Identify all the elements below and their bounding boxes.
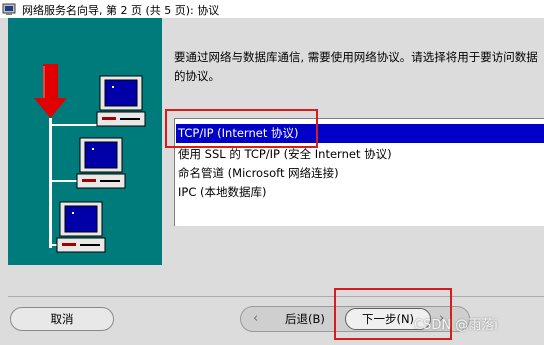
computer-icon: [96, 75, 146, 127]
intro-line-2: 的协议。: [174, 69, 220, 83]
cancel-button[interactable]: 取消: [10, 307, 114, 331]
intro-text: 要通过网络与数据库通信, 需要使用网络协议。请选择将用于要访问数据 的协议。: [174, 48, 544, 86]
network-computers-image: [34, 64, 146, 253]
protocol-item-named-pipes[interactable]: 命名管道 (Microsoft 网络连接): [176, 164, 339, 183]
network-cable: [49, 118, 52, 248]
highlight-box-tcpip: [165, 109, 318, 148]
title-bar: 网络服务名向导, 第 2 页 (共 5 页): 协议: [0, 0, 544, 18]
chevron-left-icon: ‹: [253, 311, 259, 326]
computer-icon: [76, 137, 126, 189]
red-down-arrow-icon: [34, 64, 67, 118]
app-icon: [2, 3, 16, 15]
intro-line-1: 要通过网络与数据库通信, 需要使用网络协议。请选择将用于要访问数据: [174, 50, 538, 64]
window-title: 网络服务名向导, 第 2 页 (共 5 页): 协议: [22, 4, 220, 17]
back-button[interactable]: 后退(B): [285, 311, 325, 327]
watermark: CSDN @雨落i: [414, 318, 498, 333]
protocol-item-ipc[interactable]: IPC (本地数据库): [176, 183, 266, 202]
network-illustration: [8, 18, 162, 265]
computer-icon: [56, 201, 106, 253]
separator: [8, 296, 544, 297]
